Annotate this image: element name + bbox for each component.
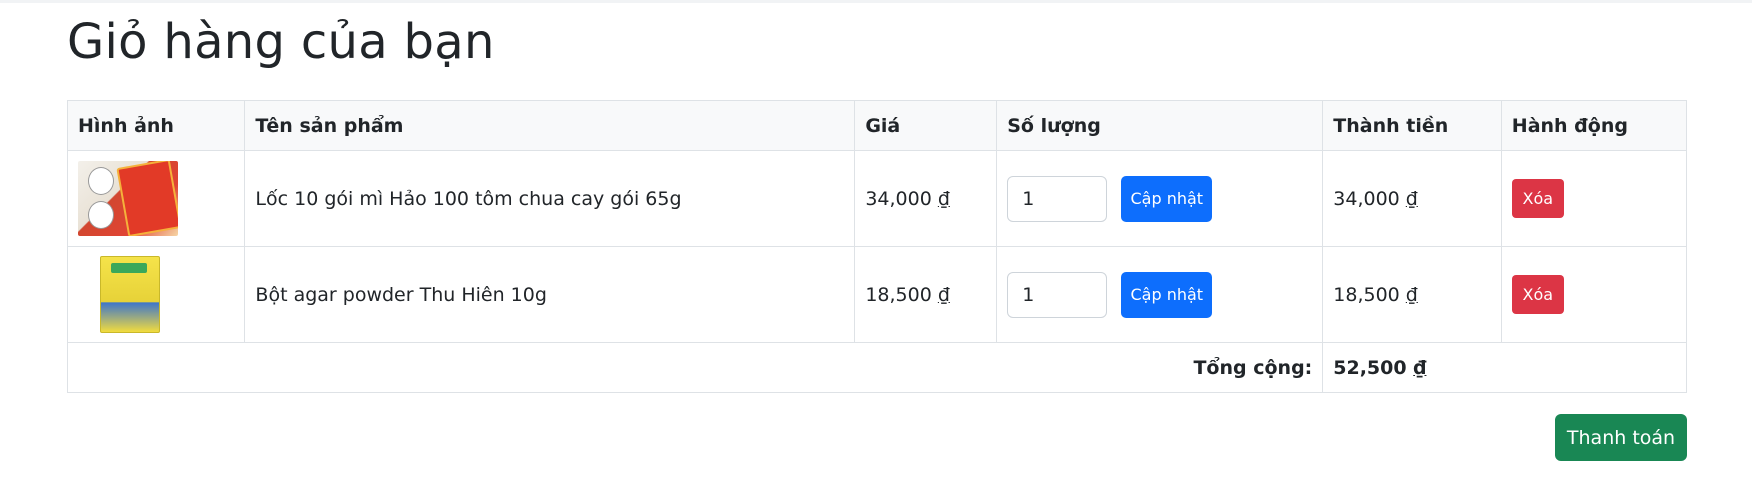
product-name: Bột agar powder Thu Hiên 10g <box>244 246 856 343</box>
header-image: Hình ảnh <box>66 100 246 151</box>
action-cell: Xóa <box>1500 246 1688 343</box>
header-price: Giá <box>854 100 998 151</box>
table-row: Bột agar powder Thu Hiên 10g 18,500 ₫ Cậ… <box>66 246 1688 343</box>
checkout-button[interactable]: Thanh toán <box>1555 414 1687 461</box>
noodle-pack-image <box>78 161 178 236</box>
product-image-cell <box>66 246 246 343</box>
header-action: Hành động <box>1500 100 1688 151</box>
header-product-name: Tên sản phẩm <box>244 100 856 151</box>
quantity-cell: Cập nhật <box>996 246 1324 343</box>
product-subtotal: 34,000 ₫ <box>1322 150 1502 247</box>
header-quantity: Số lượng <box>996 100 1324 151</box>
page-title: Giỏ hàng của bạn <box>67 14 495 70</box>
total-label: Tổng cộng: <box>66 342 1324 393</box>
quantity-cell: Cập nhật <box>996 150 1324 247</box>
table-header-row: Hình ảnh Tên sản phẩm Giá Số lượng Thành… <box>66 100 1688 151</box>
quantity-input[interactable] <box>1007 175 1108 222</box>
agar-powder-image <box>100 256 160 333</box>
cart-table: Hình ảnh Tên sản phẩm Giá Số lượng Thành… <box>66 100 1688 393</box>
total-value: 52,500 ₫ <box>1322 342 1687 393</box>
delete-button[interactable]: Xóa <box>1511 275 1564 314</box>
product-name: Lốc 10 gói mì Hảo 100 tôm chua cay gói 6… <box>244 150 856 247</box>
top-border <box>0 0 1752 3</box>
product-image-cell <box>66 150 246 247</box>
header-subtotal: Thành tiền <box>1322 100 1502 151</box>
product-price: 34,000 ₫ <box>854 150 998 247</box>
delete-button[interactable]: Xóa <box>1511 179 1564 218</box>
table-row: Lốc 10 gói mì Hảo 100 tôm chua cay gói 6… <box>66 150 1688 247</box>
quantity-input[interactable] <box>1007 271 1108 318</box>
action-cell: Xóa <box>1500 150 1688 247</box>
product-price: 18,500 ₫ <box>854 246 998 343</box>
product-subtotal: 18,500 ₫ <box>1322 246 1502 343</box>
update-button[interactable]: Cập nhật <box>1121 175 1213 222</box>
update-button[interactable]: Cập nhật <box>1121 271 1213 318</box>
total-row: Tổng cộng: 52,500 ₫ <box>66 342 1687 393</box>
